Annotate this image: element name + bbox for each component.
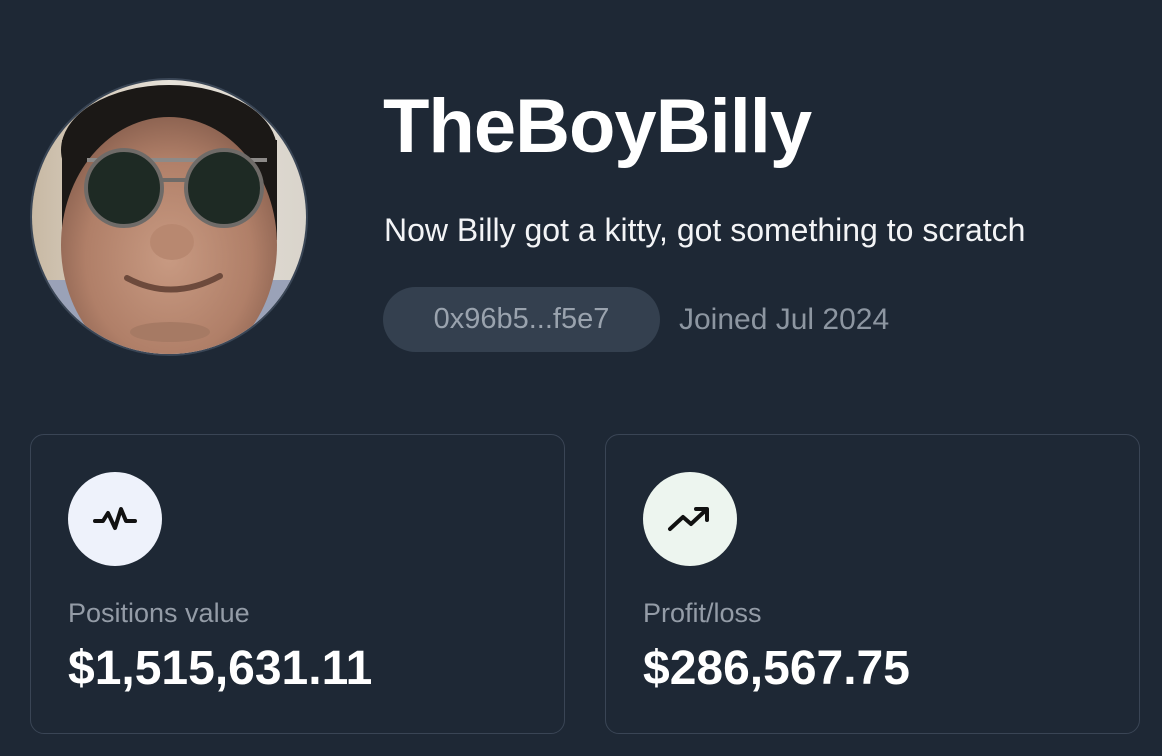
positions-value-label: Positions value <box>68 598 250 628</box>
positions-value-amount: $1,515,631.11 <box>68 642 373 695</box>
activity-pulse-icon <box>68 472 162 566</box>
wallet-address-chip[interactable]: 0x96b5...f5e7 <box>383 287 660 352</box>
profile-bio: Now Billy got a kitty, got something to … <box>384 212 1026 248</box>
profit-loss-card: Profit/loss $286,567.75 <box>605 434 1140 734</box>
profit-loss-label: Profit/loss <box>643 598 762 628</box>
username: TheBoyBilly <box>383 84 812 169</box>
positions-value-card: Positions value $1,515,631.11 <box>30 434 565 734</box>
avatar-photo <box>32 80 306 354</box>
joined-date: Joined Jul 2024 <box>679 303 890 336</box>
profit-loss-amount: $286,567.75 <box>643 642 910 695</box>
trending-up-icon <box>643 472 737 566</box>
avatar <box>30 78 308 356</box>
